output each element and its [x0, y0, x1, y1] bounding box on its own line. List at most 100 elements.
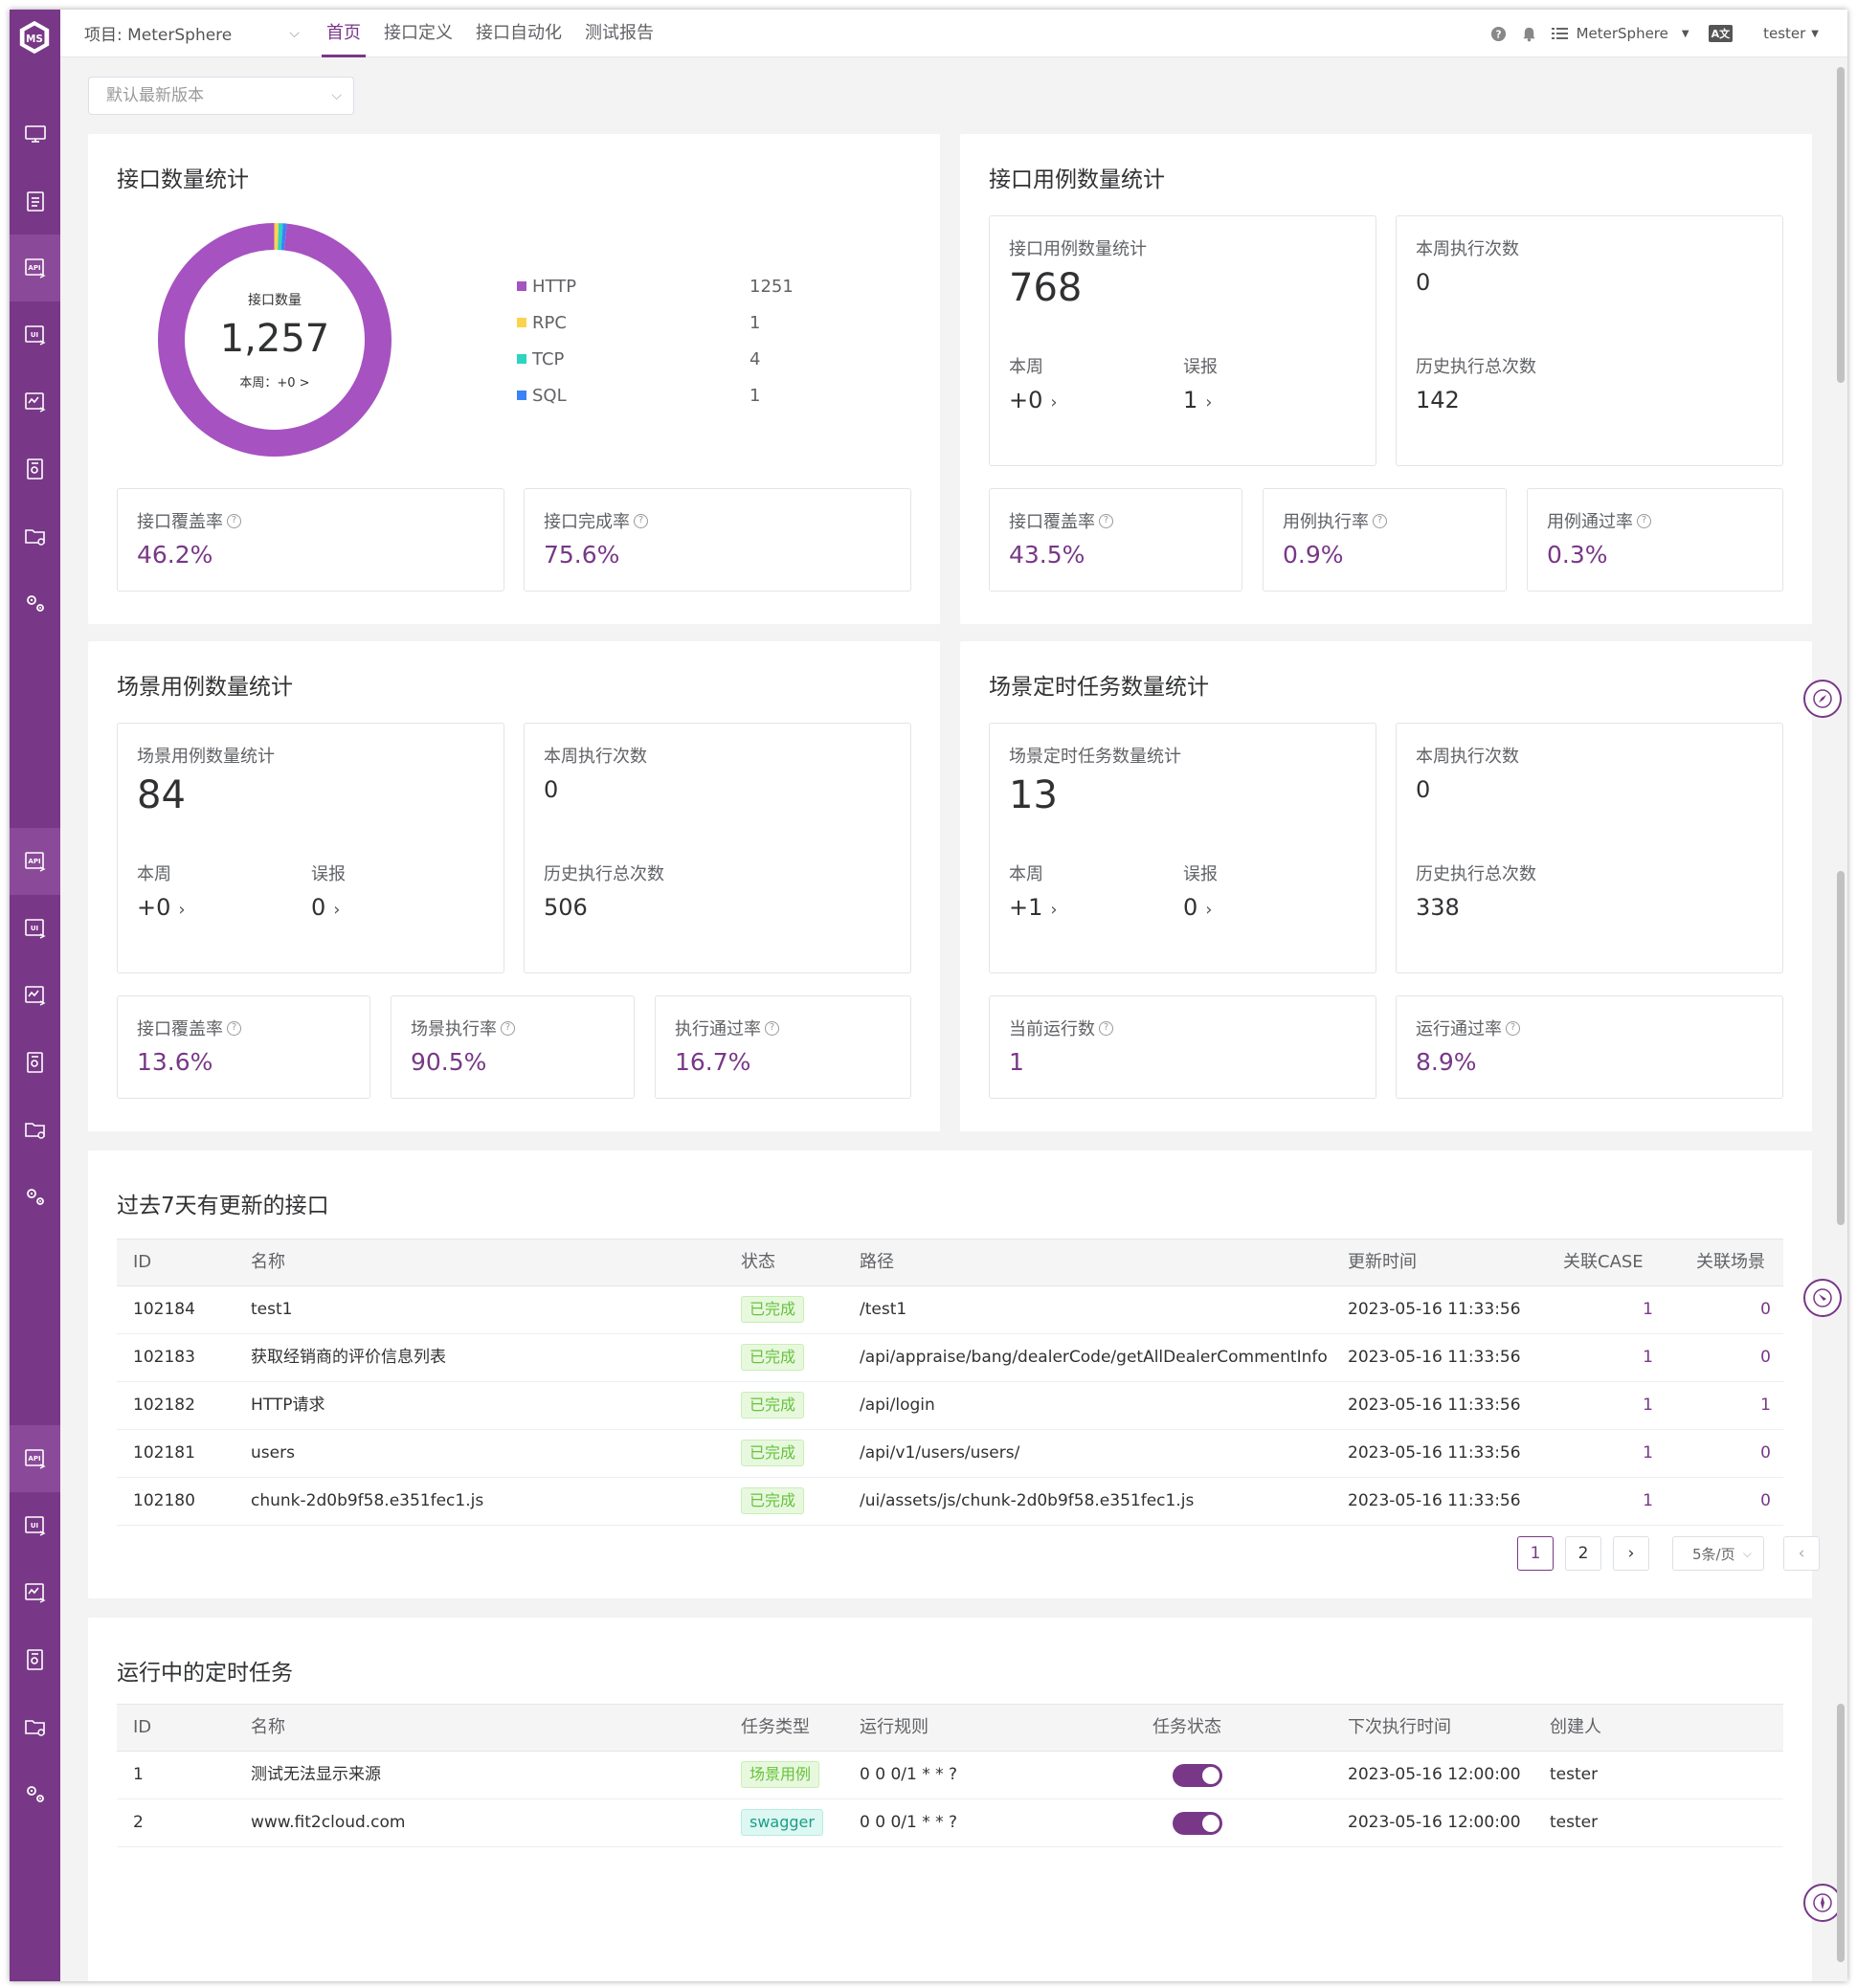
legend-item[interactable]: RPC 1	[517, 304, 794, 341]
table-row[interactable]: 102181 users 已完成/api/v1/users/users/2023-0…	[117, 1430, 1783, 1478]
bell-icon[interactable]	[1521, 25, 1538, 42]
week-value-link[interactable]: +1 ›	[1009, 894, 1058, 921]
column-header[interactable]: 名称	[251, 1705, 285, 1751]
column-header[interactable]: 下次执行时间	[1348, 1705, 1451, 1751]
ui-test-icon[interactable]: UI	[10, 1492, 60, 1559]
system-settings-icon[interactable]	[10, 570, 60, 637]
legend-label: HTTP	[532, 276, 577, 297]
donut-week-link[interactable]: 本周：+0 >	[239, 372, 309, 391]
help-icon[interactable]: ?	[227, 513, 241, 528]
task-status-toggle[interactable]	[1173, 1764, 1222, 1787]
cell-cases[interactable]: 1	[1643, 1382, 1653, 1429]
cell-scenarios[interactable]: 0	[1760, 1334, 1771, 1381]
column-header[interactable]: ID	[133, 1705, 151, 1751]
project-settings-icon[interactable]	[10, 1096, 60, 1163]
ui-test-icon[interactable]: UI	[10, 895, 60, 962]
help-icon[interactable]: ?	[1099, 513, 1113, 528]
help-icon[interactable]: ?	[765, 1020, 779, 1036]
compass-icon[interactable]	[1803, 1884, 1842, 1922]
column-header[interactable]: 更新时间	[1348, 1240, 1417, 1285]
project-settings-icon[interactable]	[10, 503, 60, 570]
false-value-link[interactable]: 0 ›	[311, 894, 340, 921]
performance-test-icon[interactable]	[10, 962, 60, 1029]
prev-page-button[interactable]: ‹	[1783, 1536, 1820, 1571]
system-settings-icon[interactable]	[10, 1163, 60, 1230]
week-value-link[interactable]: +0 ›	[1009, 387, 1058, 413]
user-menu[interactable]: tester ▼	[1763, 25, 1819, 42]
nav-api-definition[interactable]: 接口定义	[384, 10, 453, 57]
nav-api-automation[interactable]: 接口自动化	[476, 10, 562, 57]
table-row[interactable]: 102183 获取经销商的评价信息列表 已完成/api/appraise/bang/…	[117, 1334, 1783, 1382]
report-icon[interactable]	[10, 436, 60, 503]
version-select[interactable]: 默认最新版本 ⌵	[88, 77, 354, 115]
cell-scenarios[interactable]: 0	[1760, 1286, 1771, 1333]
legend-item[interactable]: HTTP 1251	[517, 268, 794, 304]
legend-item[interactable]: SQL 1	[517, 377, 794, 413]
compass-icon[interactable]	[1803, 680, 1842, 718]
column-header[interactable]: 路径	[860, 1240, 894, 1285]
system-settings-icon[interactable]	[10, 1760, 60, 1827]
ui-test-icon[interactable]: UI	[10, 302, 60, 369]
column-header[interactable]: 创建人	[1550, 1705, 1601, 1751]
table-row[interactable]: 102180 chunk-2d0b9f58.e351fec1.js 已完成/ui/a…	[117, 1478, 1783, 1526]
help-icon[interactable]: ?	[501, 1020, 515, 1036]
help-icon[interactable]: ?	[1506, 1020, 1520, 1036]
table-row[interactable]: 102184 test1 已完成/test1 2023-05-16 11:33:56 1…	[117, 1286, 1783, 1334]
page-size-select[interactable]: 5条/页 ⌵	[1672, 1536, 1764, 1571]
cell-cases[interactable]: 1	[1643, 1286, 1653, 1333]
compass-icon[interactable]	[1803, 1279, 1842, 1317]
scrollbar[interactable]	[1837, 67, 1845, 383]
nav-test-report[interactable]: 测试报告	[585, 10, 654, 57]
cell-cases[interactable]: 1	[1643, 1334, 1653, 1381]
column-header[interactable]: 任务状态	[1152, 1705, 1221, 1751]
cell-cases[interactable]: 1	[1643, 1430, 1653, 1477]
cell-scenarios[interactable]: 0	[1760, 1478, 1771, 1525]
help-icon[interactable]: ?	[1099, 1020, 1113, 1036]
legend-item[interactable]: TCP 4	[517, 341, 794, 377]
test-track-icon[interactable]	[10, 168, 60, 235]
api-test-icon[interactable]: API	[10, 235, 60, 302]
week-value-link[interactable]: +0 ›	[137, 894, 186, 921]
column-header[interactable]: ID	[133, 1240, 151, 1285]
cell-scenarios[interactable]: 1	[1760, 1382, 1771, 1429]
column-header[interactable]: 关联场景	[1696, 1240, 1765, 1285]
scrollbar[interactable]	[1837, 871, 1845, 1225]
table-row[interactable]: 2 www.fit2cloud.com swagger 0 0 0/1 * * ? 20…	[117, 1799, 1783, 1847]
column-header[interactable]: 运行规则	[860, 1705, 928, 1751]
cell-cases[interactable]: 1	[1643, 1478, 1653, 1525]
workspace-switcher[interactable]: MeterSphere ▼	[1551, 25, 1689, 42]
cell-scenarios[interactable]: 0	[1760, 1430, 1771, 1477]
workstation-icon[interactable]	[10, 101, 60, 168]
page-button[interactable]: 2	[1565, 1536, 1601, 1571]
help-icon[interactable]: ?	[1373, 513, 1387, 528]
next-page-button[interactable]: ›	[1613, 1536, 1649, 1571]
table-row[interactable]: 102182 HTTP请求 已完成/api/login 2023-05-16 11:3…	[117, 1382, 1783, 1430]
task-status-toggle[interactable]	[1173, 1812, 1222, 1835]
help-icon[interactable]: ?	[1490, 25, 1508, 42]
help-icon[interactable]: ?	[227, 1020, 241, 1036]
column-header[interactable]: 名称	[251, 1240, 285, 1285]
column-header[interactable]: 关联CASE	[1563, 1240, 1644, 1285]
false-value-link[interactable]: 0 ›	[1183, 894, 1212, 921]
api-test-icon[interactable]: API	[10, 828, 60, 895]
table-row[interactable]: 1 测试无法显示来源 场景用例 0 0 0/1 * * ? 2023-05-16 12:…	[117, 1752, 1783, 1799]
case-total: 768	[1009, 266, 1083, 310]
api-test-icon[interactable]: API	[10, 1425, 60, 1492]
project-settings-icon[interactable]	[10, 1693, 60, 1760]
project-selector[interactable]: 项目: MeterSphere ⌵	[84, 21, 300, 46]
performance-test-icon[interactable]	[10, 1559, 60, 1626]
column-header[interactable]: 状态	[741, 1240, 775, 1285]
column-header[interactable]: 任务类型	[741, 1705, 810, 1751]
help-icon[interactable]: ?	[634, 513, 648, 528]
performance-test-icon[interactable]	[10, 369, 60, 436]
help-icon[interactable]: ?	[1637, 513, 1651, 528]
report-icon[interactable]	[10, 1626, 60, 1693]
scrollbar[interactable]	[1837, 1704, 1845, 1962]
language-icon[interactable]: A文	[1708, 25, 1734, 42]
page-button[interactable]: 1	[1517, 1536, 1554, 1571]
false-value-link[interactable]: 1 ›	[1183, 387, 1212, 413]
metersphere-logo[interactable]: MS	[16, 18, 53, 56]
api-completion-box: 接口完成率? 75.6%	[524, 488, 911, 592]
report-icon[interactable]	[10, 1029, 60, 1096]
nav-home[interactable]: 首页	[322, 10, 366, 57]
